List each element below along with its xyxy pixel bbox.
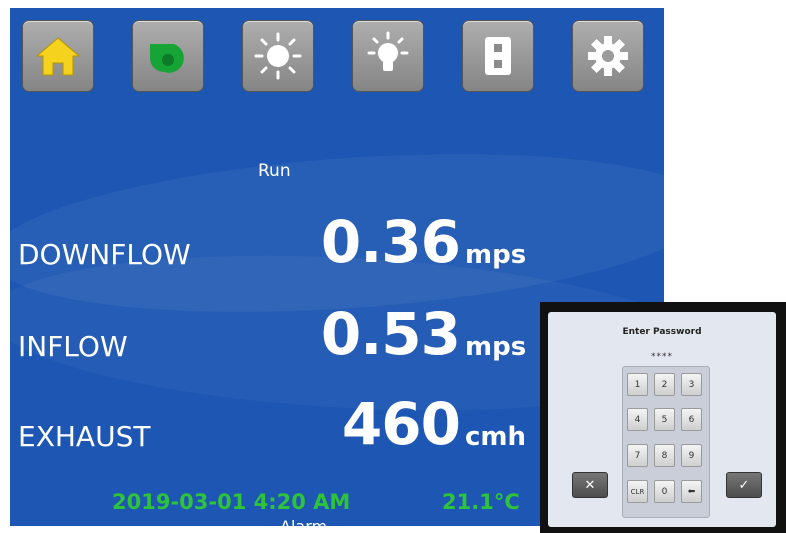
key-6[interactable]: 6 bbox=[681, 408, 702, 431]
inflow-label: INFLOW bbox=[18, 330, 128, 363]
key-0[interactable]: 0 bbox=[654, 480, 675, 503]
exhaust-label: EXHAUST bbox=[18, 420, 151, 453]
settings-button[interactable] bbox=[572, 20, 644, 92]
key-5[interactable]: 5 bbox=[654, 408, 675, 431]
sun-icon bbox=[254, 32, 302, 80]
cancel-button[interactable]: ✕ bbox=[572, 472, 608, 498]
key-1[interactable]: 1 bbox=[627, 373, 648, 396]
alarm-text: Alarm bbox=[280, 517, 327, 526]
run-status: Run bbox=[258, 161, 291, 181]
home-button[interactable] bbox=[22, 20, 94, 92]
key-backspace[interactable]: ⬅ bbox=[681, 480, 702, 503]
home-icon bbox=[35, 37, 81, 76]
inflow-value: 0.53 bbox=[320, 300, 461, 368]
downflow-label: DOWNFLOW bbox=[18, 238, 191, 271]
password-dialog-title: Enter Password bbox=[622, 327, 702, 337]
password-dialog-frame: Enter Password **** 1 2 3 4 5 6 7 8 9 CL… bbox=[540, 302, 786, 533]
exhaust-value: 460 bbox=[341, 390, 461, 458]
inflow-unit: mps bbox=[465, 332, 527, 362]
key-7[interactable]: 7 bbox=[627, 444, 648, 467]
outlet-button[interactable] bbox=[462, 20, 534, 92]
light-button[interactable] bbox=[352, 20, 424, 92]
confirm-button[interactable]: ✓ bbox=[726, 472, 762, 498]
exhaust-unit: cmh bbox=[465, 422, 527, 452]
downflow-unit: mps bbox=[465, 240, 527, 270]
key-9[interactable]: 9 bbox=[681, 444, 702, 467]
blower-icon bbox=[150, 44, 184, 73]
numeric-keypad: 1 2 3 4 5 6 7 8 9 CLR 0 ⬅ bbox=[622, 366, 710, 518]
key-2[interactable]: 2 bbox=[654, 373, 675, 396]
downflow-value: 0.36 bbox=[320, 208, 461, 276]
outlet-icon bbox=[485, 37, 511, 75]
password-field[interactable]: **** bbox=[548, 352, 776, 362]
datetime-display: 2019-03-01 4:20 AM bbox=[112, 490, 351, 514]
password-dialog: Enter Password **** 1 2 3 4 5 6 7 8 9 CL… bbox=[548, 312, 776, 527]
temperature-display: 21.1°C bbox=[442, 490, 520, 514]
blower-button[interactable] bbox=[132, 20, 204, 92]
uv-light-button[interactable] bbox=[242, 20, 314, 92]
key-4[interactable]: 4 bbox=[627, 408, 648, 431]
key-8[interactable]: 8 bbox=[654, 444, 675, 467]
lightbulb-icon bbox=[367, 31, 409, 71]
key-clear[interactable]: CLR bbox=[627, 480, 648, 503]
key-3[interactable]: 3 bbox=[681, 373, 702, 396]
gear-icon bbox=[588, 36, 628, 76]
